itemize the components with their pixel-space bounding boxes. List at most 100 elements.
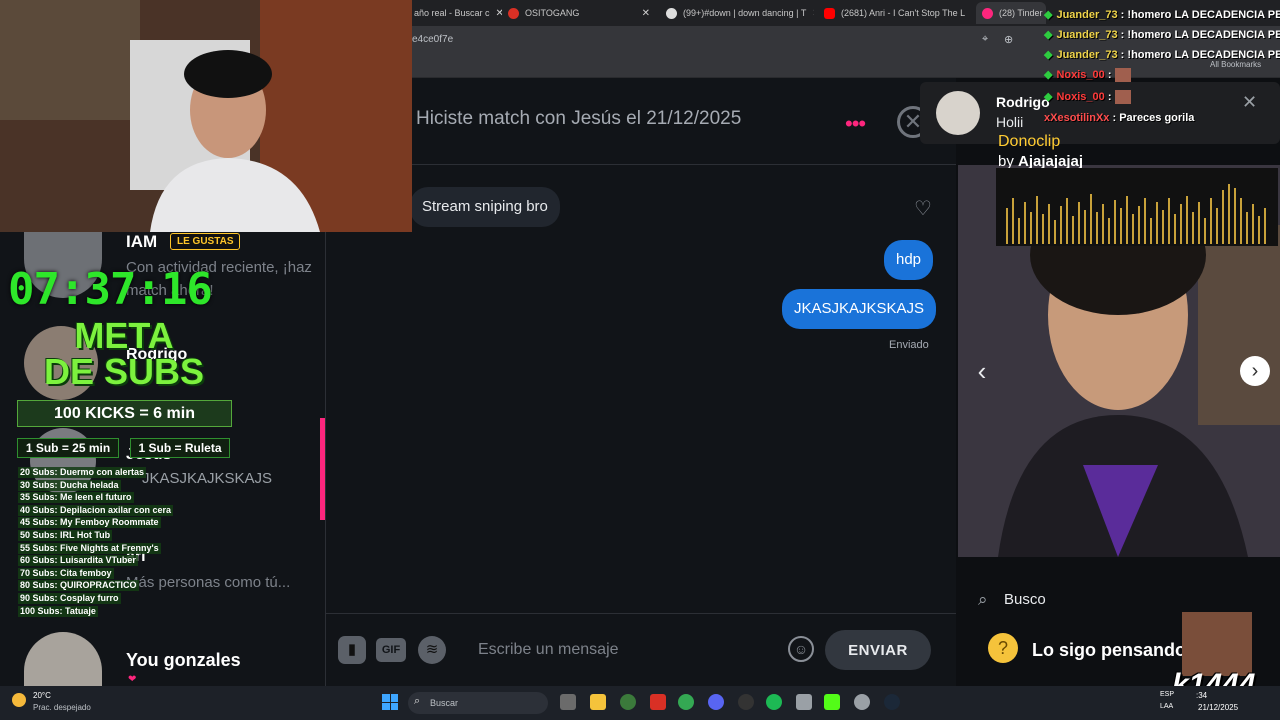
all-bookmarks-link[interactable]: All Bookmarks bbox=[1210, 60, 1261, 69]
sticker-icon[interactable]: ▮ bbox=[338, 636, 366, 664]
settings-gear-icon[interactable] bbox=[854, 694, 870, 710]
message-outgoing: hdp bbox=[884, 240, 934, 280]
tab-label: OSITOGANG bbox=[525, 8, 580, 18]
file-explorer-icon[interactable] bbox=[590, 694, 606, 710]
sub-goal-item: 40 Subs: Depilacion axilar con cera bbox=[18, 504, 174, 516]
youtube-tab-icon bbox=[824, 7, 835, 19]
heart-icon: ❤ bbox=[128, 674, 137, 685]
spotify-icon[interactable]: ≋ bbox=[418, 636, 446, 664]
chat-text: !homero LA DECADENCIA PE bbox=[1127, 9, 1280, 21]
close-tab-icon[interactable]: ✕ bbox=[971, 8, 972, 19]
webcam-graphic bbox=[0, 0, 412, 232]
looking-for-label: Busco bbox=[1004, 591, 1046, 608]
chat-text: !homero LA DECADENCIA PE bbox=[1127, 29, 1280, 41]
weather-condition[interactable]: Prac. despejado bbox=[33, 703, 91, 712]
browser-tab-tiktok[interactable]: (99+)#down | down dancing | T ✕ bbox=[660, 2, 814, 24]
previous-photo-icon[interactable]: ‹ bbox=[968, 356, 996, 386]
spotify-taskbar-icon[interactable] bbox=[766, 694, 782, 710]
tab-label: (99+)#down | down dancing | T bbox=[683, 8, 807, 18]
sub-goals-list: 20 Subs: Duermo con alertas 30 Subs: Duc… bbox=[18, 467, 174, 618]
chat-line: ◆ Juander_73 : !homero LA DECADENCIA PE bbox=[1044, 28, 1280, 41]
sub-goal-item: 45 Subs: My Femboy Roommate bbox=[18, 517, 161, 529]
search-icon: ⌕ bbox=[978, 590, 988, 609]
chat-user: Juander_73 bbox=[1056, 9, 1118, 21]
stream-timer: 07:37:16 bbox=[8, 264, 213, 315]
chat-line: ◆ Juander_73 : !homero LA DECADENCIA PE bbox=[1044, 48, 1280, 61]
notepad-icon[interactable] bbox=[796, 694, 812, 710]
sub-goal-item: 80 Subs: QUIROPRACTICO bbox=[18, 580, 139, 592]
badge-icon: ◆ bbox=[1044, 29, 1053, 41]
match-name[interactable]: You gonzales bbox=[126, 650, 241, 671]
xbox-icon[interactable] bbox=[620, 694, 636, 710]
chat-line: ◆ Noxis_00 : bbox=[1044, 68, 1131, 83]
thinking-emoji-icon: ? bbox=[988, 633, 1018, 663]
url-text[interactable]: e4ce0f7e bbox=[412, 34, 453, 45]
chat-line: ◆ Noxis_00 : bbox=[1044, 90, 1131, 105]
badge-icon: ◆ bbox=[1044, 69, 1053, 81]
weather-temperature[interactable]: 20°C bbox=[33, 691, 51, 700]
taskbar-search-input[interactable]: Buscar bbox=[408, 692, 548, 714]
message-input[interactable] bbox=[466, 632, 776, 668]
chat-user: Noxis_00 bbox=[1056, 69, 1105, 81]
gif-button[interactable]: GIF bbox=[376, 638, 406, 662]
more-options-icon[interactable]: ••• bbox=[845, 111, 866, 137]
sent-status: Enviado bbox=[889, 339, 929, 351]
sub-goal-item: 30 Subs: Ducha helada bbox=[18, 479, 121, 491]
kick-icon[interactable] bbox=[824, 694, 840, 710]
location-icon[interactable]: ⌖ bbox=[982, 33, 988, 46]
chat-text: Pareces gorila bbox=[1119, 112, 1195, 124]
task-view-icon[interactable] bbox=[560, 694, 576, 710]
message-incoming: Stream sniping bro bbox=[410, 187, 560, 227]
send-button[interactable]: ENVIAR bbox=[825, 630, 931, 670]
notification-sender: Rodrigo bbox=[996, 94, 1050, 110]
badge-icon: ◆ bbox=[1044, 49, 1053, 61]
sub-goal-item: 90 Subs: Cosplay furro bbox=[18, 592, 121, 604]
windows-start-icon[interactable] bbox=[382, 694, 398, 710]
sub-goal-item: 35 Subs: Me leen el futuro bbox=[18, 492, 134, 504]
weather-sun-icon[interactable] bbox=[12, 693, 26, 707]
browser-tab-tinder[interactable]: (28) Tinder bbox=[976, 2, 1046, 24]
chat-user: Noxis_00 bbox=[1056, 91, 1105, 103]
close-tab-icon[interactable]: ✕ bbox=[812, 8, 814, 19]
sub-goal-item: 70 Subs: Cita femboy bbox=[18, 567, 114, 579]
browser-tab-youtube[interactable]: (2681) Anri - I Can't Stop The L ✕ bbox=[818, 2, 972, 24]
kicks-rule: 100 KICKS = 6 min bbox=[17, 400, 232, 427]
browser-tab-search[interactable]: año real - Buscar c ✕ bbox=[408, 2, 502, 24]
sub-goal-title-line: META bbox=[74, 315, 174, 356]
donoclip-title: Donoclip bbox=[998, 133, 1061, 150]
input-layout[interactable]: LAA bbox=[1160, 703, 1173, 710]
sub-rule: 1 Sub = Ruleta bbox=[130, 438, 230, 458]
sub-goal-item: 20 Subs: Duermo con alertas bbox=[18, 467, 147, 478]
emote-icon bbox=[1114, 68, 1131, 83]
discord-icon[interactable] bbox=[708, 694, 724, 710]
zoom-icon[interactable]: ⊕ bbox=[1004, 33, 1013, 46]
badge-icon: ◆ bbox=[1044, 91, 1053, 103]
input-language[interactable]: ESP bbox=[1160, 691, 1174, 698]
browser-tab-ositogang[interactable]: OSITOGANG ✕ bbox=[502, 2, 656, 24]
divider bbox=[326, 164, 956, 165]
sub-rule: 1 Sub = 25 min bbox=[17, 438, 119, 458]
steam-icon[interactable] bbox=[884, 694, 900, 710]
close-notification-icon[interactable]: ✕ bbox=[1242, 92, 1257, 113]
avatar bbox=[936, 91, 980, 135]
app-icon[interactable] bbox=[650, 694, 666, 710]
close-tab-icon[interactable]: ✕ bbox=[642, 8, 650, 19]
chat-line: ◆ Juander_73 : !homero LA DECADENCIA PE bbox=[1044, 8, 1280, 21]
search-icon: ⌕ bbox=[414, 695, 421, 707]
shield-tab-icon bbox=[508, 7, 519, 19]
clock-date[interactable]: 21/12/2025 bbox=[1198, 703, 1238, 712]
match-name[interactable]: IAM bbox=[126, 232, 157, 252]
taskbar bbox=[0, 686, 1280, 720]
sub-goal-item: 100 Subs: Tatuaje bbox=[18, 605, 98, 617]
chrome-icon[interactable] bbox=[678, 694, 694, 710]
audio-waveform bbox=[996, 168, 1278, 246]
clock-time[interactable]: :34 bbox=[1196, 691, 1207, 700]
obs-icon[interactable] bbox=[738, 694, 754, 710]
chat-user: Juander_73 bbox=[1056, 29, 1118, 41]
emoji-icon[interactable]: ☺ bbox=[788, 636, 814, 662]
next-photo-icon[interactable]: › bbox=[1240, 356, 1270, 386]
reaction-image bbox=[1182, 612, 1252, 676]
tab-label: (2681) Anri - I Can't Stop The L bbox=[841, 8, 966, 18]
sub-goal-item: 55 Subs: Five Nights at Frenny's bbox=[18, 542, 161, 554]
like-message-heart-icon[interactable]: ♡ bbox=[914, 196, 932, 221]
